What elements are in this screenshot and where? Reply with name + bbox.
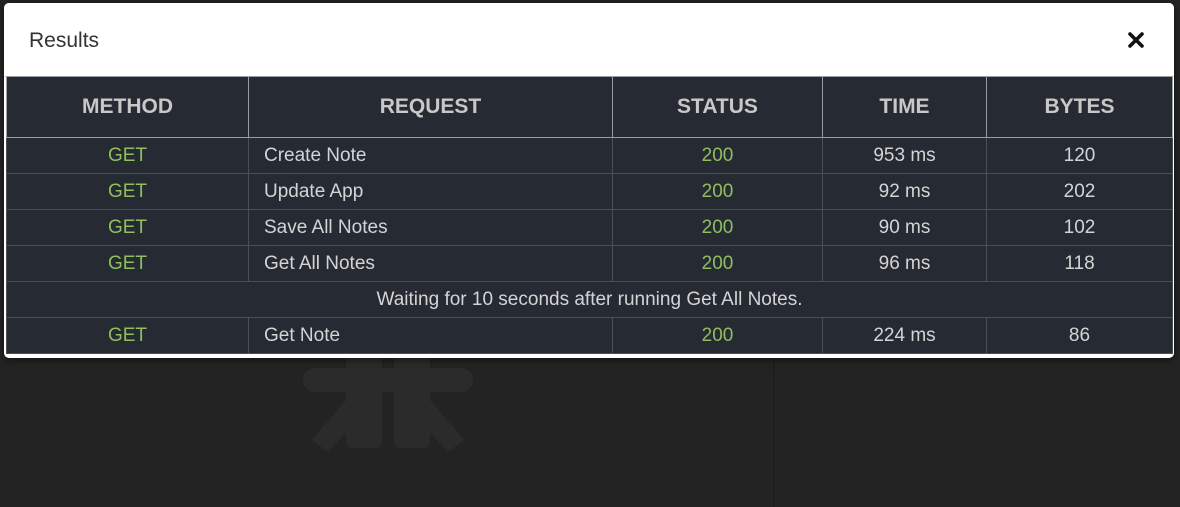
request-cell: Get Note bbox=[248, 317, 613, 354]
results-table: METHOD REQUEST STATUS TIME BYTES GET Cre… bbox=[6, 76, 1173, 354]
column-header-time: TIME bbox=[822, 76, 987, 138]
column-header-method: METHOD bbox=[6, 76, 249, 138]
bytes-cell: 118 bbox=[986, 245, 1173, 282]
method-cell: GET bbox=[6, 209, 249, 246]
wait-note-row: Waiting for 10 seconds after running Get… bbox=[6, 281, 1173, 318]
request-cell: Get All Notes bbox=[248, 245, 613, 282]
time-cell: 953 ms bbox=[822, 137, 987, 174]
time-cell: 96 ms bbox=[822, 245, 987, 282]
time-cell: 92 ms bbox=[822, 173, 987, 210]
method-cell: GET bbox=[6, 245, 249, 282]
request-cell: Update App bbox=[248, 173, 613, 210]
bytes-cell: 120 bbox=[986, 137, 1173, 174]
method-cell: GET bbox=[6, 137, 249, 174]
close-icon bbox=[1128, 32, 1144, 48]
method-cell: GET bbox=[6, 173, 249, 210]
column-header-bytes: BYTES bbox=[986, 76, 1173, 138]
column-header-status: STATUS bbox=[612, 76, 823, 138]
results-modal: Results METHOD REQUEST STATUS TIME BYTES bbox=[4, 3, 1174, 358]
status-cell: 200 bbox=[612, 137, 823, 174]
modal-title: Results bbox=[29, 29, 100, 52]
table-header-row: METHOD REQUEST STATUS TIME BYTES bbox=[6, 76, 1173, 138]
modal-header: Results bbox=[4, 3, 1174, 77]
table-row: GET Get All Notes 200 96 ms 118 bbox=[6, 245, 1173, 282]
close-button[interactable] bbox=[1123, 25, 1149, 55]
time-cell: 224 ms bbox=[822, 317, 987, 354]
bytes-cell: 202 bbox=[986, 173, 1173, 210]
status-cell: 200 bbox=[612, 209, 823, 246]
column-header-request: REQUEST bbox=[248, 76, 613, 138]
method-cell: GET bbox=[6, 317, 249, 354]
table-row: GET Save All Notes 200 90 ms 102 bbox=[6, 209, 1173, 246]
request-cell: Create Note bbox=[248, 137, 613, 174]
status-cell: 200 bbox=[612, 317, 823, 354]
request-cell: Save All Notes bbox=[248, 209, 613, 246]
bytes-cell: 86 bbox=[986, 317, 1173, 354]
status-cell: 200 bbox=[612, 245, 823, 282]
wait-note: Waiting for 10 seconds after running Get… bbox=[6, 281, 1173, 318]
status-cell: 200 bbox=[612, 173, 823, 210]
table-row: GET Get Note 200 224 ms 86 bbox=[6, 317, 1173, 354]
background-divider bbox=[773, 357, 775, 507]
table-row: GET Create Note 200 953 ms 120 bbox=[6, 137, 1173, 174]
bytes-cell: 102 bbox=[986, 209, 1173, 246]
time-cell: 90 ms bbox=[822, 209, 987, 246]
table-row: GET Update App 200 92 ms 202 bbox=[6, 173, 1173, 210]
